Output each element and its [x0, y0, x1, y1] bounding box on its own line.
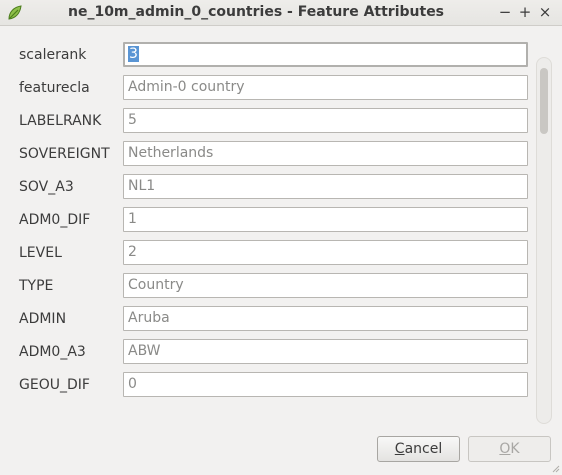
qgis-leaf-icon: [8, 5, 22, 20]
attribute-label: LABELRANK: [19, 113, 102, 129]
attribute-value: NL1: [128, 178, 156, 194]
attribute-row: ADM0_A3 ABW: [0, 339, 534, 365]
attribute-value: 5: [128, 112, 137, 128]
attribute-row: ADMIN Aruba: [0, 306, 534, 332]
attribute-value-field[interactable]: ABW: [123, 339, 528, 364]
window-title: ne_10m_admin_0_countries - Feature Attri…: [67, 4, 445, 20]
attribute-value: 1: [128, 211, 137, 227]
attribute-label: featurecla: [19, 80, 90, 96]
close-icon[interactable]: ×: [536, 3, 554, 21]
attribute-label: LEVEL: [19, 245, 62, 261]
feature-attributes-dialog: ne_10m_admin_0_countries - Feature Attri…: [0, 0, 562, 475]
attribute-value: 2: [128, 244, 137, 260]
attribute-label: scalerank: [19, 47, 87, 63]
attribute-value-field[interactable]: Country: [123, 273, 528, 298]
attribute-value-field[interactable]: Netherlands: [123, 141, 528, 166]
attribute-label: GEOU_DIF: [19, 377, 90, 393]
attribute-value: Country: [128, 277, 184, 293]
scrollbar-thumb[interactable]: [540, 68, 548, 134]
attribute-label: ADM0_A3: [19, 344, 86, 360]
ok-button[interactable]: OK: [468, 436, 551, 462]
ok-mnemonic: O: [499, 441, 511, 457]
attribute-form: scalerank 3 featurecla Admin-0 country LABEL…: [0, 26, 534, 430]
attribute-value: Aruba: [128, 310, 170, 326]
attribute-value-field[interactable]: 0: [123, 372, 528, 397]
attribute-value-field[interactable]: NL1: [123, 174, 528, 199]
cancel-label-rest: ancel: [404, 441, 443, 457]
attribute-row: GEOU_DIF 0: [0, 372, 534, 398]
resize-grip-icon[interactable]: [550, 463, 560, 473]
vertical-scrollbar[interactable]: [536, 57, 552, 424]
attribute-value-field[interactable]: 2: [123, 240, 528, 265]
attribute-label: ADMIN: [19, 311, 67, 327]
attribute-label: SOVEREIGNT: [19, 146, 110, 162]
attribute-value-field[interactable]: 1: [123, 207, 528, 232]
attribute-row: scalerank 3: [0, 42, 534, 68]
attribute-row: LEVEL 2: [0, 240, 534, 266]
cancel-mnemonic: C: [394, 441, 405, 457]
attribute-value-field[interactable]: Admin-0 country: [123, 75, 528, 100]
minimize-icon[interactable]: −: [496, 3, 514, 21]
attribute-label: ADM0_DIF: [19, 212, 91, 228]
attribute-row: ADM0_DIF 1: [0, 207, 534, 233]
attribute-value-field[interactable]: Aruba: [123, 306, 528, 331]
cancel-button[interactable]: Cancel: [377, 436, 460, 462]
attribute-value: 3: [128, 46, 139, 62]
ok-label-rest: K: [510, 441, 520, 457]
attribute-value: ABW: [128, 343, 161, 359]
attribute-value-field[interactable]: 5: [123, 108, 528, 133]
attribute-value: Netherlands: [128, 145, 214, 161]
attribute-value-field[interactable]: 3: [123, 42, 528, 67]
attribute-row: SOVEREIGNT Netherlands: [0, 141, 534, 167]
titlebar[interactable]: ne_10m_admin_0_countries - Feature Attri…: [0, 0, 562, 26]
attribute-value: Admin-0 country: [128, 79, 245, 95]
maximize-icon[interactable]: +: [516, 3, 534, 21]
attribute-row: LABELRANK 5: [0, 108, 534, 134]
attribute-label: SOV_A3: [19, 179, 74, 195]
attribute-row: TYPE Country: [0, 273, 534, 299]
attribute-value: 0: [128, 376, 137, 392]
attribute-label: TYPE: [19, 278, 54, 294]
attribute-row: SOV_A3 NL1: [0, 174, 534, 200]
attribute-row: featurecla Admin-0 country: [0, 75, 534, 101]
